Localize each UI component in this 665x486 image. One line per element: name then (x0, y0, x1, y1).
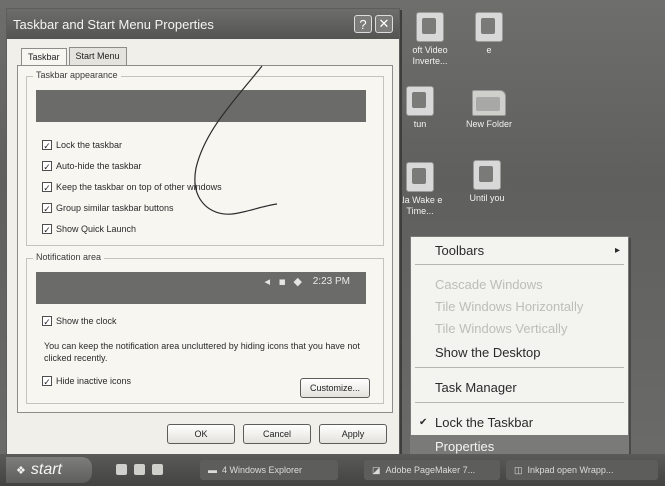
task-label: Inkpad open Wrapp... (527, 465, 614, 475)
quick-launch-show-desktop-icon[interactable] (116, 464, 127, 475)
quick-launch-browser-icon[interactable] (134, 464, 145, 475)
task-inkpad[interactable]: ◫ Inkpad open Wrapp... (506, 460, 658, 480)
menu-item-toolbars[interactable]: Toolbars ▸ (411, 239, 628, 261)
menu-item-label: Toolbars (435, 242, 485, 258)
start-label: start (30, 461, 62, 478)
menu-item-task-manager[interactable]: Task Manager (411, 376, 628, 398)
taskbar-context-menu: Toolbars ▸ Cascade Windows Tile Windows … (410, 236, 629, 460)
menu-item-tile-vertically[interactable]: Tile Windows Vertically (411, 317, 628, 339)
task-label: 4 Windows Explorer (222, 465, 303, 475)
menu-item-tile-horizontally[interactable]: Tile Windows Horizontally (411, 295, 628, 317)
menu-item-show-desktop[interactable]: Show the Desktop (411, 341, 628, 363)
folder-icon: ▬ (208, 465, 217, 475)
submenu-arrow-icon: ▸ (614, 244, 620, 256)
checkmark-icon: ✔ (419, 416, 428, 428)
menu-item-lock-taskbar[interactable]: ✔ Lock the Taskbar (411, 411, 628, 433)
task-label: Adobe PageMaker 7... (385, 465, 476, 475)
task-windows-explorer[interactable]: ▬ 4 Windows Explorer (200, 460, 338, 480)
taskbar[interactable]: ❖ start ▬ 4 Windows Explorer ◪ Adobe Pag… (0, 454, 665, 486)
pagemaker-icon: ◪ (372, 464, 381, 475)
menu-separator (415, 367, 624, 368)
menu-separator (415, 264, 624, 265)
quick-launch-media-icon[interactable] (152, 464, 163, 475)
inkpad-icon: ◫ (514, 464, 523, 475)
windows-logo-icon: ❖ (16, 464, 26, 477)
menu-item-cascade-windows[interactable]: Cascade Windows (411, 273, 628, 295)
menu-item-label: Lock the Taskbar (435, 414, 534, 430)
menu-separator (415, 402, 624, 403)
task-pagemaker[interactable]: ◪ Adobe PageMaker 7... (364, 460, 500, 480)
start-button[interactable]: ❖ start (6, 457, 92, 483)
